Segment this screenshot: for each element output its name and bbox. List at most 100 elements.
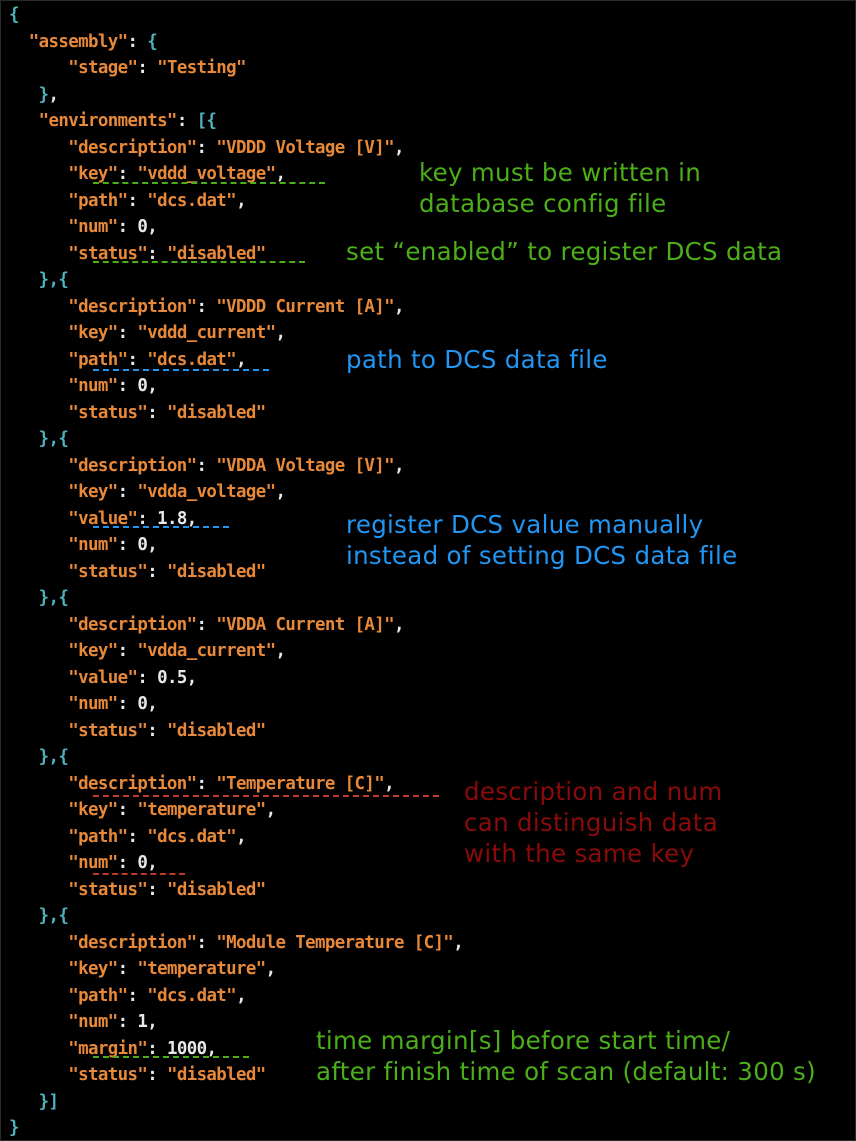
code-line: "description": "VDDD Current [A]", bbox=[9, 294, 404, 320]
code-line: "num": 0, bbox=[9, 691, 157, 717]
code-token-brace: },{ bbox=[38, 747, 69, 767]
code-token-punc: : bbox=[137, 58, 158, 78]
code-token-punc bbox=[9, 297, 68, 317]
code-token-punc bbox=[9, 217, 68, 237]
code-line: "status": "disabled" bbox=[9, 1062, 266, 1088]
num-underline bbox=[93, 873, 185, 875]
code-token-punc: , bbox=[393, 137, 404, 158]
code-token-punc: : bbox=[117, 641, 138, 661]
code-token-brace: },{ bbox=[38, 270, 69, 290]
code-token-punc: : bbox=[127, 349, 148, 370]
code-line: "status": "disabled" bbox=[9, 877, 266, 903]
code-token-str: "VDDA Current [A]" bbox=[216, 614, 394, 635]
code-line: "path": "dcs.dat", bbox=[9, 188, 246, 214]
code-token-punc: , bbox=[275, 641, 286, 661]
key-note: key must be written in database config f… bbox=[419, 158, 702, 218]
code-token-key: "status" bbox=[68, 879, 148, 900]
code-line: "status": "disabled" bbox=[9, 559, 266, 585]
code-token-punc: , bbox=[265, 959, 276, 979]
code-token-punc bbox=[9, 694, 68, 714]
code-token-punc: , bbox=[147, 694, 158, 714]
code-token-key: "description" bbox=[68, 614, 197, 635]
code-line: "path": "dcs.dat", bbox=[9, 983, 246, 1009]
code-line: },{ bbox=[9, 585, 69, 611]
code-token-brace: } bbox=[38, 84, 49, 105]
code-token-punc: , bbox=[236, 826, 246, 847]
code-token-num: 0 bbox=[137, 217, 148, 237]
code-token-punc: : bbox=[117, 482, 138, 502]
code-token-str: "disabled" bbox=[166, 402, 266, 423]
code-token-punc: , bbox=[393, 296, 404, 317]
code-token-key: "path" bbox=[68, 349, 128, 370]
code-token-punc: , bbox=[236, 985, 246, 1006]
code-token-brace: { bbox=[147, 31, 158, 52]
code-line: },{ bbox=[9, 744, 69, 770]
code-token-punc: : bbox=[147, 879, 167, 900]
code-token-punc: : bbox=[117, 535, 138, 555]
status-underline bbox=[93, 261, 305, 263]
code-line: "path": "dcs.dat", bbox=[9, 824, 246, 850]
code-token-punc: : bbox=[117, 376, 138, 396]
code-token-str: "temperature" bbox=[137, 800, 266, 820]
code-token-punc bbox=[9, 403, 68, 423]
margin-note: time margin[s] before start time/ after … bbox=[316, 1026, 816, 1086]
code-token-punc: , bbox=[393, 614, 404, 635]
code-token-punc: : bbox=[196, 614, 217, 635]
code-token-punc bbox=[9, 986, 68, 1006]
code-line: }] bbox=[9, 1089, 59, 1115]
code-token-punc bbox=[9, 853, 68, 873]
code-token-punc bbox=[9, 933, 68, 953]
code-token-str: "Temperature [C]" bbox=[216, 773, 385, 794]
path-note: path to DCS data file bbox=[346, 345, 608, 374]
code-token-punc bbox=[9, 906, 39, 926]
code-token-punc bbox=[9, 509, 68, 529]
code-token-punc: , bbox=[147, 853, 158, 873]
code-token-punc bbox=[9, 535, 68, 555]
code-token-key: "description" bbox=[68, 137, 197, 158]
code-token-key: "num" bbox=[68, 535, 118, 555]
code-token-brace: { bbox=[9, 5, 19, 25]
code-token-key: "path" bbox=[68, 190, 128, 211]
code-token-punc bbox=[9, 456, 68, 476]
code-token-punc bbox=[9, 323, 68, 343]
code-token-punc: , bbox=[275, 164, 286, 184]
code-token-key: "num" bbox=[68, 694, 118, 714]
code-token-key: "description" bbox=[68, 932, 197, 953]
code-token-punc: , bbox=[48, 84, 59, 105]
code-token-brace: },{ bbox=[38, 588, 69, 608]
code-token-punc: : bbox=[147, 561, 167, 582]
code-token-punc: , bbox=[275, 482, 286, 502]
code-line: "description": "VDDA Current [A]", bbox=[9, 612, 404, 638]
code-line: "key": "vdda_voltage", bbox=[9, 479, 286, 505]
code-token-punc bbox=[9, 376, 68, 396]
code-token-punc bbox=[9, 668, 68, 688]
code-line: "key": "temperature", bbox=[9, 956, 276, 982]
code-token-key: "num" bbox=[68, 376, 118, 396]
code-token-str: "Testing" bbox=[157, 58, 246, 78]
code-line: "description": "Module Temperature [C]", bbox=[9, 930, 463, 956]
code-token-punc bbox=[9, 615, 68, 635]
code-token-punc bbox=[9, 959, 68, 979]
code-line: },{ bbox=[9, 903, 69, 929]
code-token-num: 0 bbox=[137, 376, 148, 396]
code-token-num: 0.5 bbox=[157, 667, 187, 688]
code-token-punc bbox=[9, 1092, 39, 1112]
code-token-key: "key" bbox=[68, 800, 118, 820]
code-token-punc bbox=[9, 800, 68, 820]
code-token-punc bbox=[9, 138, 68, 158]
code-token-key: "description" bbox=[68, 296, 197, 317]
code-token-punc: , bbox=[147, 535, 158, 555]
code-token-str: "dcs.dat" bbox=[147, 190, 237, 211]
code-token-punc: : bbox=[176, 111, 197, 131]
code-token-key: "status" bbox=[68, 402, 148, 423]
code-line: "stage": "Testing" bbox=[9, 55, 246, 81]
code-token-key: "num" bbox=[68, 1012, 118, 1032]
code-token-punc bbox=[9, 111, 39, 131]
num-note: description and num can distinguish data… bbox=[464, 777, 723, 868]
code-token-key: "environments" bbox=[38, 111, 178, 131]
code-line: } bbox=[9, 1115, 19, 1141]
value-note: register DCS value manually instead of s… bbox=[346, 510, 738, 570]
code-token-str: "disabled" bbox=[166, 561, 266, 582]
code-token-punc: , bbox=[147, 376, 158, 396]
code-token-str: "disabled" bbox=[166, 720, 266, 741]
